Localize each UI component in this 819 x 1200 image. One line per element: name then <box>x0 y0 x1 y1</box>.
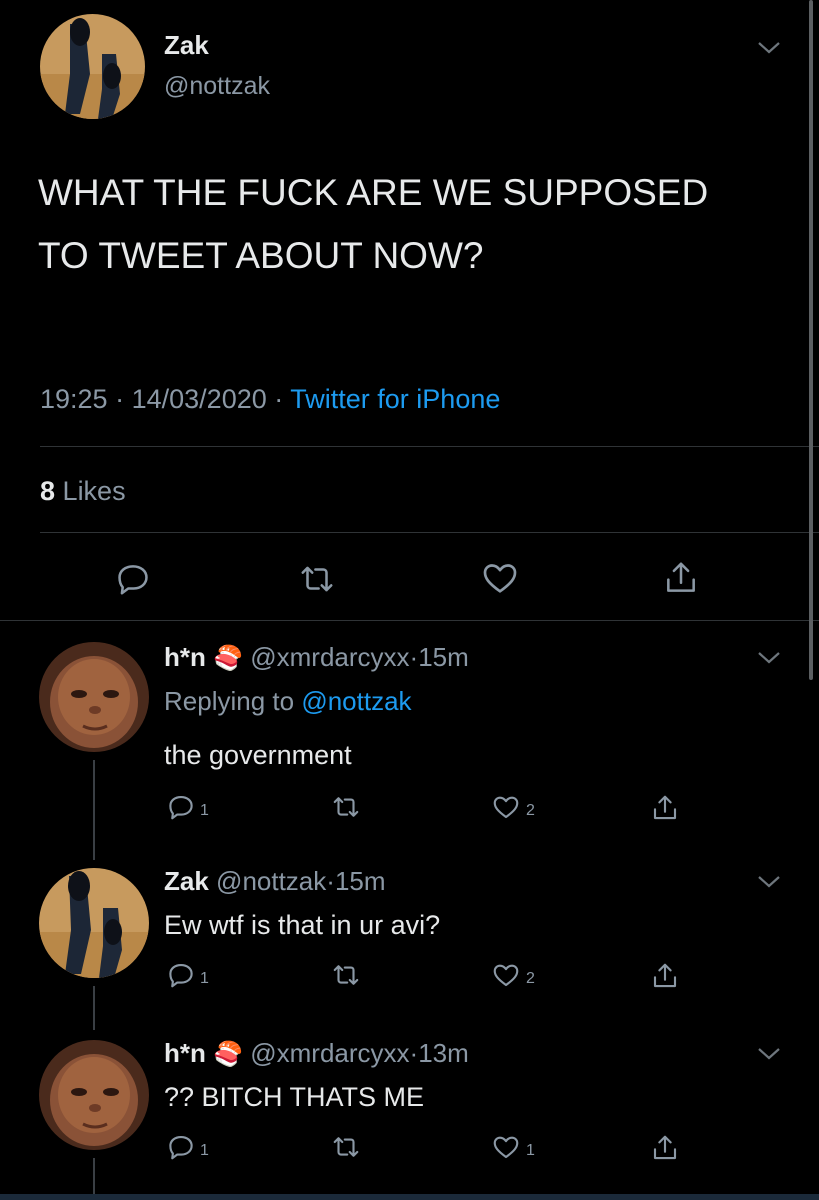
chevron-down-icon[interactable] <box>756 650 782 666</box>
reply-time: 15m <box>418 642 469 672</box>
reply-header[interactable]: Zak @nottzak·15m <box>164 866 386 897</box>
avatar[interactable] <box>40 14 145 119</box>
chevron-down-icon[interactable] <box>756 1046 782 1062</box>
display-name[interactable]: Zak <box>164 866 209 896</box>
thread-line <box>93 986 95 1030</box>
reply-icon[interactable]: 1 <box>166 1132 209 1162</box>
replying-to: Replying to @nottzak <box>164 686 412 717</box>
heart-icon[interactable]: 2 <box>490 960 535 990</box>
reply-icon[interactable]: 1 <box>166 792 209 822</box>
reply-time: 13m <box>418 1038 469 1068</box>
sushi-emoji-icon: 🍣 <box>213 645 244 672</box>
reply-header[interactable]: h*n 🍣 @xmrdarcyxx·13m <box>164 1038 469 1069</box>
reply-text: Ew wtf is that in ur avi? <box>164 910 441 940</box>
tweet-text-line-1: WHAT THE FUCK ARE WE SUPPOSED <box>38 172 709 213</box>
reply-time: 15m <box>334 866 386 896</box>
reply-text: ?? BITCH THATS ME <box>164 1082 425 1112</box>
chevron-down-icon[interactable] <box>756 40 782 56</box>
scrollbar[interactable] <box>809 0 813 680</box>
retweet-icon[interactable] <box>330 1132 362 1162</box>
reply-icon[interactable]: 1 <box>166 960 209 990</box>
divider <box>40 532 819 533</box>
display-name[interactable]: h*n <box>164 1038 206 1068</box>
avatar[interactable] <box>39 868 149 978</box>
meta-separator: · <box>274 384 284 414</box>
meta-separator: · <box>326 866 335 896</box>
heart-icon[interactable]: 2 <box>490 792 535 822</box>
like-count: 2 <box>526 970 535 987</box>
retweet-icon[interactable] <box>330 960 362 990</box>
like-count: 1 <box>526 1142 535 1159</box>
tweet-date: 14/03/2020 <box>131 384 267 414</box>
sushi-emoji-icon: 🍣 <box>213 1041 244 1068</box>
tweet-source-link[interactable]: Twitter for iPhone <box>290 384 500 414</box>
divider <box>40 446 819 447</box>
handle[interactable]: @nottzak <box>216 866 326 896</box>
tweet-time: 19:25 <box>40 384 108 414</box>
reply-count: 1 <box>200 1142 209 1159</box>
reply-text: the government <box>164 740 352 770</box>
reply-header[interactable]: h*n 🍣 @xmrdarcyxx·15m <box>164 642 469 673</box>
reply-count: 1 <box>200 802 209 819</box>
reply-count: 1 <box>200 970 209 987</box>
replying-to-label: Replying to <box>164 686 295 716</box>
heart-icon[interactable]: 1 <box>490 1132 535 1162</box>
chevron-down-icon[interactable] <box>756 874 782 890</box>
likes-count: 8 <box>40 476 56 506</box>
handle[interactable]: @xmrdarcyxx <box>250 1038 409 1068</box>
thread-line <box>93 760 95 860</box>
heart-icon[interactable] <box>480 558 520 598</box>
likes-summary[interactable]: 8 Likes <box>40 476 126 507</box>
retweet-icon[interactable] <box>330 792 362 822</box>
share-icon[interactable] <box>650 1132 680 1164</box>
share-icon[interactable] <box>650 960 680 992</box>
reply-icon[interactable] <box>114 560 152 598</box>
share-icon[interactable] <box>650 792 680 824</box>
likes-label: Likes <box>62 476 126 506</box>
thread-line <box>93 1158 95 1194</box>
tweet-meta: 19:25 · 14/03/2020 · Twitter for iPhone <box>40 384 500 415</box>
like-count: 2 <box>526 802 535 819</box>
divider <box>0 620 819 621</box>
meta-separator: · <box>409 642 419 672</box>
avatar[interactable] <box>39 1040 149 1150</box>
replying-to-link[interactable]: @nottzak <box>301 686 411 716</box>
tweet-text-line-2: TO TWEET ABOUT NOW? <box>38 235 484 276</box>
retweet-icon[interactable] <box>298 560 336 598</box>
share-icon[interactable] <box>662 558 700 598</box>
meta-separator: · <box>409 1038 419 1068</box>
handle[interactable]: @nottzak <box>164 72 270 101</box>
display-name[interactable]: Zak <box>164 30 209 61</box>
display-name[interactable]: h*n <box>164 642 206 672</box>
avatar[interactable] <box>39 642 149 752</box>
bottom-edge <box>0 1194 819 1200</box>
handle[interactable]: @xmrdarcyxx <box>250 642 409 672</box>
meta-separator: · <box>115 384 125 414</box>
